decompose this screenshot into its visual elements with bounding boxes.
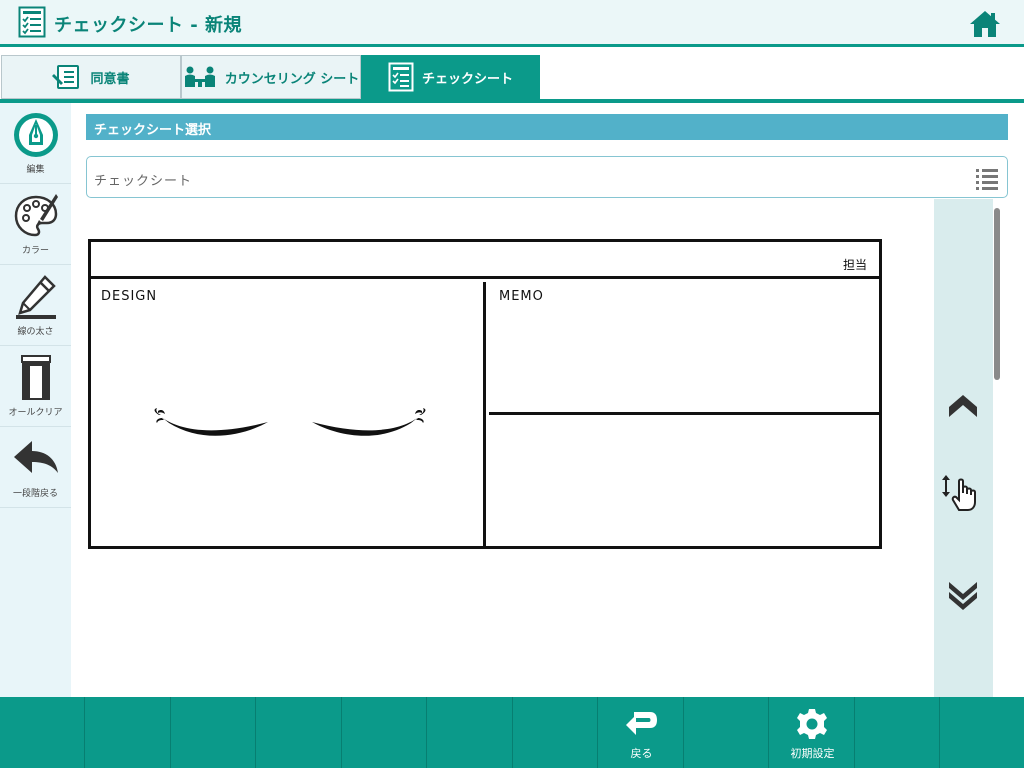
scrollbar-thumb[interactable] xyxy=(994,208,1000,380)
checksheet-select[interactable]: チェックシート xyxy=(86,156,1008,198)
checklist-icon xyxy=(18,6,46,38)
app-header: チェックシート - 新規 xyxy=(0,0,1024,47)
line-width-tool-label: 線の太さ xyxy=(17,327,54,337)
all-clear-icon xyxy=(21,355,51,400)
edit-tool-label: 編集 xyxy=(26,165,45,175)
right-eyelash-drawing xyxy=(312,408,426,436)
all-clear-tool-button[interactable]: オールクリア xyxy=(0,346,71,427)
bottom-slot xyxy=(428,697,513,768)
sheet-header-row: 担当 xyxy=(91,242,879,279)
bottom-slot xyxy=(342,697,427,768)
left-toolbar: 編集 カラー 線の太さ オールクリア 一段階戻る xyxy=(0,103,71,697)
color-tool-label: カラー xyxy=(21,246,49,256)
section-title: チェックシート選択 xyxy=(86,114,1008,140)
tab-consent[interactable]: 同意書 xyxy=(1,55,181,99)
tab-checksheet-label: チェックシート xyxy=(421,71,513,87)
bottom-slot xyxy=(171,697,256,768)
edit-tool-button[interactable]: 編集 xyxy=(0,103,71,184)
back-button[interactable]: 戻る xyxy=(599,697,684,768)
memo-lower-area[interactable] xyxy=(489,418,879,546)
palette-icon xyxy=(14,194,58,237)
bottom-slot xyxy=(941,697,1024,768)
drag-hand-icon[interactable] xyxy=(939,469,987,517)
memo-area[interactable]: MEMO xyxy=(489,282,879,415)
tab-checksheet[interactable]: チェックシート xyxy=(361,55,540,99)
gear-icon xyxy=(797,709,827,739)
undo-tool-button[interactable]: 一段階戻る xyxy=(0,427,71,508)
checksheet-select-placeholder: チェックシート xyxy=(94,174,193,189)
line-width-tool-button[interactable]: 線の太さ xyxy=(0,265,71,346)
check-sheet: 担当 DESIGN MEMO xyxy=(88,239,882,549)
scroll-down-icon[interactable] xyxy=(939,572,987,620)
tanto-label: 担当 xyxy=(842,258,867,272)
return-arrow-icon xyxy=(626,712,657,735)
tab-consent-label: 同意書 xyxy=(90,71,130,87)
design-label: DESIGN xyxy=(101,289,158,304)
home-icon[interactable] xyxy=(968,9,1002,39)
bottom-slot xyxy=(257,697,342,768)
bottom-slot xyxy=(86,697,171,768)
back-button-label: 戻る xyxy=(630,747,653,760)
pen-edit-icon xyxy=(14,113,58,157)
tab-counseling-label: カウンセリング シート xyxy=(224,71,360,87)
list-icon[interactable] xyxy=(975,166,999,190)
design-canvas[interactable]: DESIGN xyxy=(91,282,486,546)
page-title: チェックシート - 新規 xyxy=(54,15,243,36)
scroll-up-icon[interactable] xyxy=(939,381,987,429)
settings-button[interactable]: 初期設定 xyxy=(770,697,855,768)
bottom-slot xyxy=(0,697,85,768)
left-eyelash-drawing xyxy=(154,408,268,436)
scroll-control-panel xyxy=(934,199,993,697)
line-width-icon xyxy=(16,275,56,319)
bottom-slot xyxy=(684,697,769,768)
settings-button-label: 初期設定 xyxy=(790,747,835,760)
all-clear-tool-label: オールクリア xyxy=(8,408,63,418)
tab-counseling[interactable]: カウンセリング シート xyxy=(181,55,361,99)
memo-label: MEMO xyxy=(499,289,544,304)
checklist-icon xyxy=(388,62,414,92)
bottom-bar: 戻る 初期設定 xyxy=(0,697,1024,768)
tab-bar: 同意書 カウンセリング シート チェックシート xyxy=(0,50,1024,103)
undo-icon xyxy=(14,441,58,473)
consent-form-icon xyxy=(52,65,80,89)
color-tool-button[interactable]: カラー xyxy=(0,184,71,265)
counseling-icon xyxy=(184,66,215,87)
bottom-slot xyxy=(855,697,940,768)
undo-tool-label: 一段階戻る xyxy=(12,489,58,499)
bottom-slot xyxy=(513,697,598,768)
